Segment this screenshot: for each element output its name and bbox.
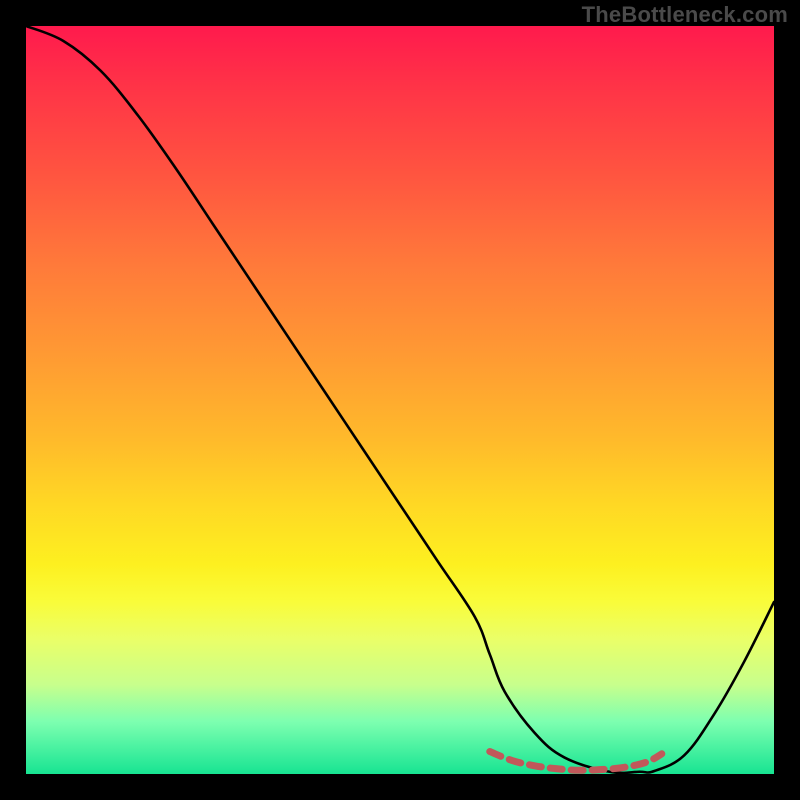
watermark-text: TheBottleneck.com bbox=[582, 2, 788, 28]
chart-frame: TheBottleneck.com bbox=[0, 0, 800, 800]
plot-gradient-background bbox=[26, 26, 774, 774]
